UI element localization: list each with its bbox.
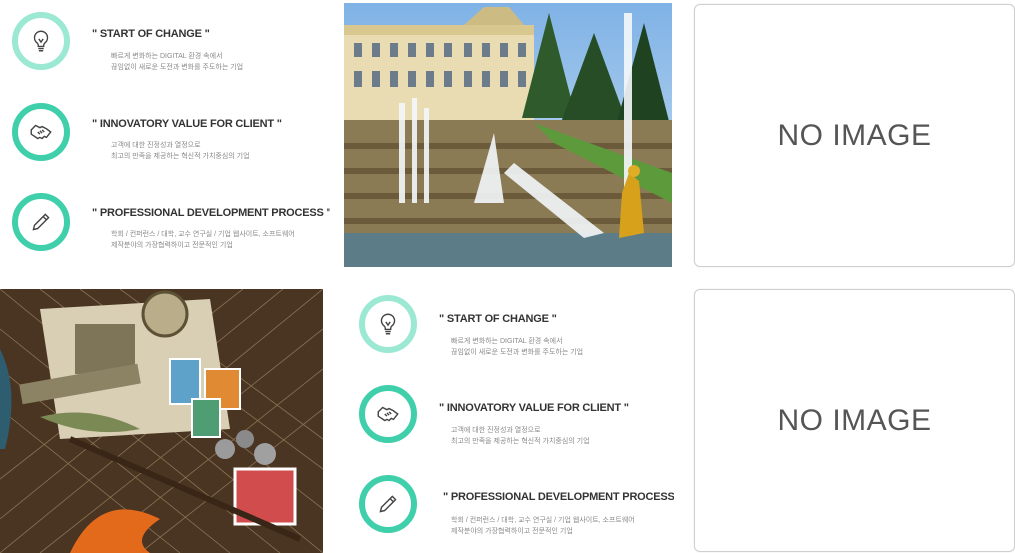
- feature-desc-line: 최고의 만족을 제공하는 혁신적 가치중심의 기업: [451, 438, 590, 445]
- feature-desc-line: 학회 / 컨퍼런스 / 대학, 교수 연구실 / 기업 웹사이트, 소프트웨어: [111, 231, 295, 238]
- feature-desc-line: 끊임없이 새로운 도전과 변화를 주도하는 기업: [111, 64, 244, 71]
- no-image-label: NO IMAGE: [777, 118, 932, 152]
- handshake-icon: [30, 124, 52, 140]
- feature-desc-line: 제작분야의 가장협력하이고 전문적인 기업: [111, 242, 233, 249]
- no-image-placeholder-1[interactable]: NO IMAGE: [694, 4, 1015, 267]
- feature-title: " PROFESSIONAL DEVELOPMENT PROCESS ": [92, 207, 330, 219]
- fishing-still-life-photo[interactable]: [0, 289, 323, 553]
- icon-ring: [12, 193, 70, 251]
- feature-desc-line: 빠르게 변화하는 DIGITAL 환경 속에서: [451, 338, 563, 345]
- feature-desc-line: 학회 / 컨퍼런스 / 대학, 교수 연구실 / 기업 웹사이트, 소프트웨어: [451, 517, 635, 524]
- icon-ring: [12, 12, 70, 70]
- feature-title: " INNOVATORY VALUE FOR CLIENT ": [439, 402, 629, 414]
- palace-fountain-image: [344, 3, 672, 267]
- palace-fountain-photo[interactable]: [344, 3, 672, 267]
- pencil-icon: [32, 213, 50, 231]
- feature-title: " INNOVATORY VALUE FOR CLIENT ": [92, 118, 282, 130]
- feature-desc-line: 고객에 대한 진정성과 열정으로: [111, 142, 201, 149]
- icon-ring: [359, 475, 417, 533]
- feature-desc-line: 제작분야의 가장협력하이고 전문적인 기업: [451, 528, 573, 535]
- no-image-placeholder-2[interactable]: NO IMAGE: [694, 289, 1015, 552]
- feature-desc-line: 최고의 만족을 제공하는 혁신적 가치중심의 기업: [111, 153, 250, 160]
- icon-ring: [12, 103, 70, 161]
- still-life-image: [0, 289, 323, 553]
- pencil-icon: [379, 495, 397, 513]
- feature-title: " START OF CHANGE ": [92, 28, 210, 40]
- no-image-label: NO IMAGE: [777, 403, 932, 437]
- handshake-icon: [377, 406, 399, 422]
- feature-desc-line: 고객에 대한 진정성과 열정으로: [451, 427, 541, 434]
- feature-title: " PROFESSIONAL DEVELOPMENT PROCESS ": [443, 491, 674, 503]
- features-tile-1[interactable]: " START OF CHANGE " 빠르게 변화하는 DIGITAL 환경 …: [0, 0, 330, 270]
- feature-desc-line: 빠르게 변화하는 DIGITAL 환경 속에서: [111, 53, 223, 60]
- features-tile-2[interactable]: " START OF CHANGE " 빠르게 변화하는 DIGITAL 환경 …: [344, 282, 674, 553]
- icon-ring: [359, 385, 417, 443]
- lightbulb-icon: [380, 313, 396, 335]
- icon-ring: [359, 295, 417, 353]
- feature-title: " START OF CHANGE ": [439, 313, 557, 325]
- lightbulb-icon: [33, 30, 49, 52]
- feature-desc-line: 끊임없이 새로운 도전과 변화를 주도하는 기업: [451, 349, 584, 356]
